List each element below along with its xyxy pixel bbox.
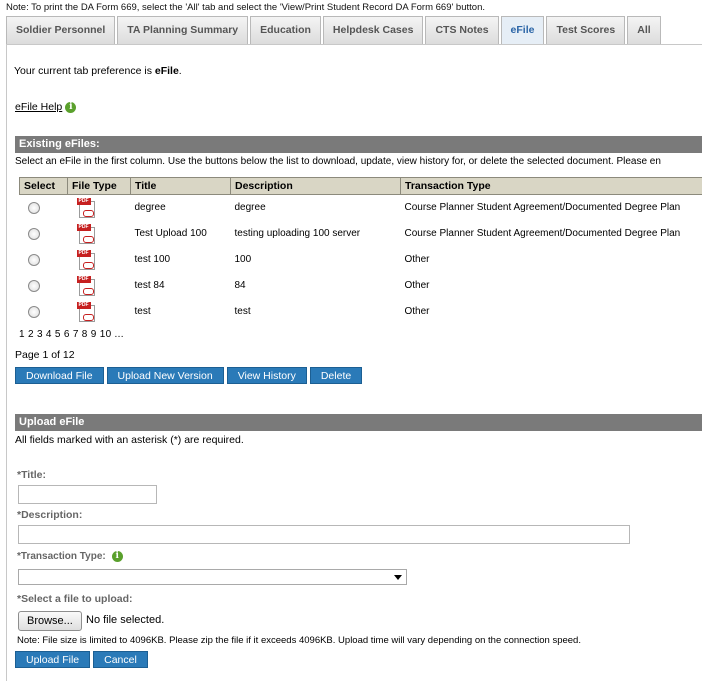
upload-efile-header: Upload eFile xyxy=(15,414,702,431)
page-link-1[interactable]: 1 xyxy=(19,329,25,340)
column-header-select: Select xyxy=(19,177,68,195)
page-link-6[interactable]: 6 xyxy=(64,329,70,340)
row-title: test xyxy=(134,306,151,317)
preference-label: Your current tab preference is xyxy=(14,65,155,77)
select-radio[interactable] xyxy=(27,201,40,214)
tab-preference-text: Your current tab preference is eFile. xyxy=(14,65,182,77)
column-header-title: Title xyxy=(130,177,231,195)
delete-button[interactable]: Delete xyxy=(309,367,363,384)
tab-ta-planning-summary[interactable]: TA Planning Summary xyxy=(117,16,249,44)
table-row: PDF test test Other xyxy=(20,299,702,325)
row-transaction-type: Other xyxy=(404,254,430,265)
page-link-2[interactable]: 2 xyxy=(28,329,34,340)
pdf-tag: PDF xyxy=(76,223,91,231)
row-title: Test Upload 100 xyxy=(134,228,207,239)
description-input[interactable] xyxy=(18,525,630,544)
page-link-5[interactable]: 5 xyxy=(55,329,61,340)
select-radio[interactable] xyxy=(27,227,40,240)
tab-soldier-personnel[interactable]: Soldier Personnel xyxy=(6,16,116,44)
pdf-tag: PDF xyxy=(76,301,91,309)
select-radio[interactable] xyxy=(27,279,40,292)
info-icon[interactable]: i xyxy=(65,101,77,113)
chevron-down-icon xyxy=(394,575,402,580)
pdf-file-icon[interactable]: PDF xyxy=(76,275,97,296)
efile-action-buttons: Download File Upload New Version View Hi… xyxy=(15,367,363,384)
tab-cts-notes[interactable]: CTS Notes xyxy=(425,16,499,44)
row-description: testing uploading 100 server xyxy=(234,228,361,239)
row-description: 84 xyxy=(234,280,246,291)
tab-test-scores[interactable]: Test Scores xyxy=(546,16,626,44)
page-link-10[interactable]: 10 xyxy=(100,329,112,340)
row-title: test 100 xyxy=(134,254,171,265)
print-note: Note: To print the DA Form 669, select t… xyxy=(6,2,485,13)
required-fields-note: All fields marked with an asterisk (*) a… xyxy=(15,434,244,446)
pdf-file-icon[interactable]: PDF xyxy=(76,197,97,218)
pdf-file-icon[interactable]: PDF xyxy=(76,301,97,322)
page-link-more[interactable]: ... xyxy=(115,329,124,340)
existing-efiles-instructions: Select an eFile in the first column. Use… xyxy=(15,156,661,167)
page-link-9[interactable]: 9 xyxy=(91,329,97,340)
pdf-tag: PDF xyxy=(76,249,91,257)
page-count: Page 1 of 12 xyxy=(15,349,75,361)
tab-education[interactable]: Education xyxy=(250,16,321,44)
row-transaction-type: Course Planner Student Agreement/Documen… xyxy=(404,228,681,239)
page-link-3[interactable]: 3 xyxy=(37,329,43,340)
upload-file-button[interactable]: Upload File xyxy=(15,651,91,668)
efiles-table: Select File Type Title Description Trans… xyxy=(19,177,702,325)
row-description: degree xyxy=(234,202,266,214)
table-row: PDF test 84 84 Other xyxy=(20,273,702,299)
table-row: PDF degree degree Course Planner Student… xyxy=(20,195,702,221)
tab-efile[interactable]: eFile xyxy=(500,16,545,44)
transaction-type-label: *Transaction Type: xyxy=(17,551,106,562)
page-link-7[interactable]: 7 xyxy=(73,329,79,340)
description-label: *Description: xyxy=(17,509,83,521)
no-file-selected-text: No file selected. xyxy=(86,614,165,626)
upload-new-version-button[interactable]: Upload New Version xyxy=(106,367,224,384)
file-upload-label: *Select a file to upload: xyxy=(17,593,133,605)
column-header-file-type: File Type xyxy=(67,177,131,195)
view-history-button[interactable]: View History xyxy=(226,367,307,384)
efile-help: eFile Help i xyxy=(15,101,77,113)
title-input[interactable] xyxy=(18,485,157,504)
download-file-button[interactable]: Download File xyxy=(15,367,104,384)
tab-all[interactable]: All xyxy=(627,16,661,44)
table-row: PDF test 100 100 Other xyxy=(20,247,702,273)
page-link-8[interactable]: 8 xyxy=(82,329,88,340)
upload-action-buttons: Upload File Cancel xyxy=(15,651,148,668)
existing-efiles-header: Existing eFiles: xyxy=(15,136,702,153)
tab-bar: Soldier Personnel TA Planning Summary Ed… xyxy=(6,16,702,44)
cancel-button[interactable]: Cancel xyxy=(93,651,148,668)
row-description: 100 xyxy=(234,254,252,265)
efile-help-link[interactable]: eFile Help xyxy=(15,101,62,113)
transaction-type-select[interactable] xyxy=(18,569,407,585)
row-title: degree xyxy=(134,202,166,214)
browse-button[interactable]: Browse... xyxy=(18,611,82,631)
preference-value: eFile xyxy=(154,65,179,77)
row-title: test 84 xyxy=(134,280,165,291)
transaction-type-label-row: *Transaction Type: i xyxy=(17,551,123,562)
select-radio[interactable] xyxy=(27,253,40,266)
column-header-transaction-type: Transaction Type xyxy=(400,177,702,195)
info-icon[interactable]: i xyxy=(111,551,123,562)
row-transaction-type: Other xyxy=(404,306,430,317)
table-header-row: Select File Type Title Description Trans… xyxy=(19,177,702,195)
column-header-description: Description xyxy=(230,177,401,195)
file-size-note: Note: File size is limited to 4096KB. Pl… xyxy=(17,635,581,646)
pdf-file-icon[interactable]: PDF xyxy=(76,223,97,244)
pdf-tag: PDF xyxy=(76,197,91,205)
pdf-tag: PDF xyxy=(76,275,91,283)
tab-helpdesk-cases[interactable]: Helpdesk Cases xyxy=(322,16,424,44)
row-transaction-type: Course Planner Student Agreement/Documen… xyxy=(404,202,681,214)
row-transaction-type: Other xyxy=(404,280,430,291)
table-row: PDF Test Upload 100 testing uploading 10… xyxy=(20,221,702,247)
pagination: 1 2 3 4 5 6 7 8 9 10 ... xyxy=(19,329,124,340)
pdf-file-icon[interactable]: PDF xyxy=(76,249,97,270)
preference-suffix: . xyxy=(178,65,182,77)
page-link-4[interactable]: 4 xyxy=(46,329,52,340)
title-label: *Title: xyxy=(17,469,46,481)
efile-panel: Your current tab preference is eFile. eF… xyxy=(6,44,702,681)
row-description: test xyxy=(234,306,251,317)
select-radio[interactable] xyxy=(27,305,40,318)
